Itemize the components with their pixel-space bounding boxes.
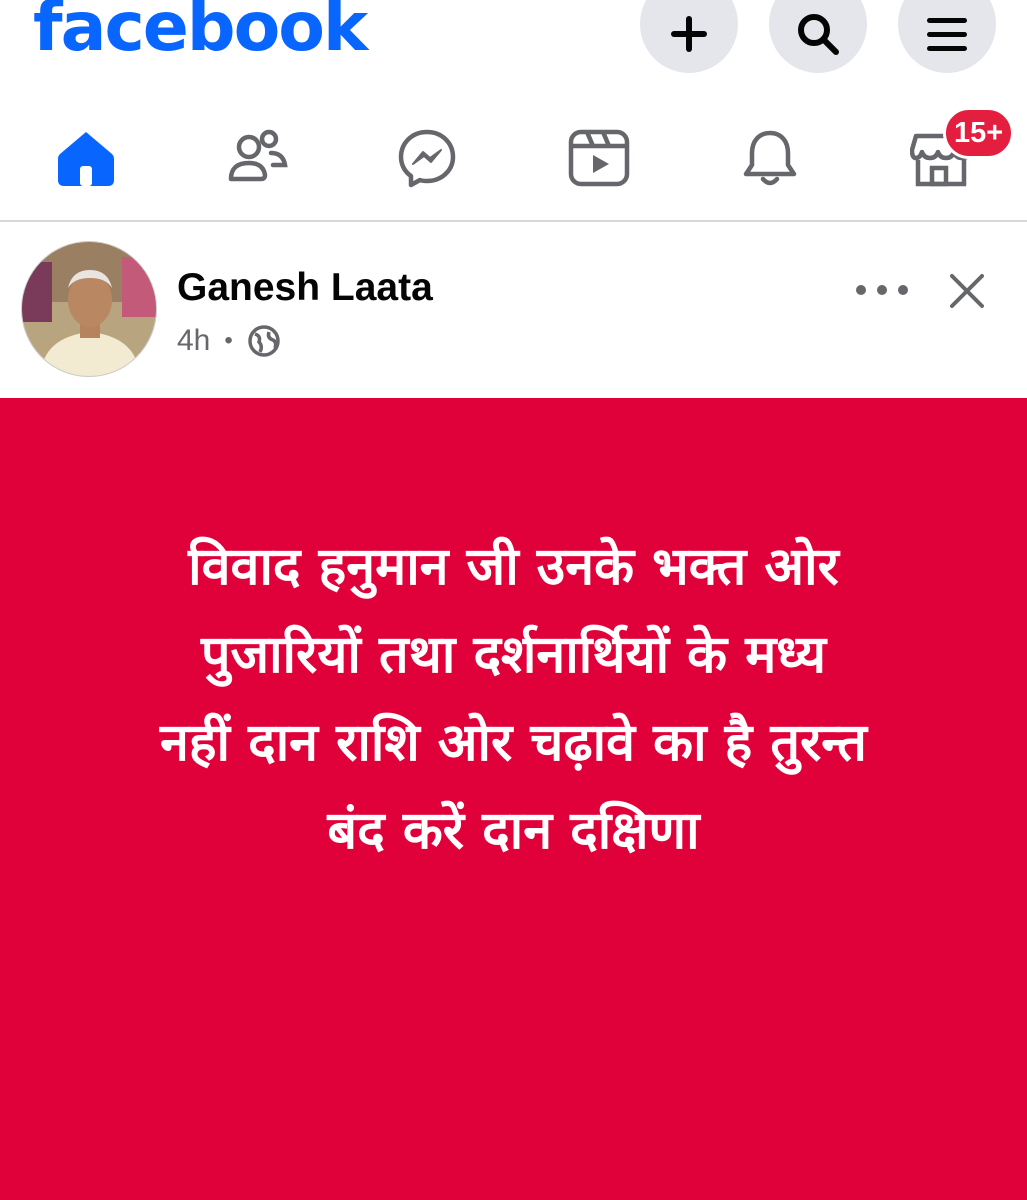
post-text-line: बंद करें दान दक्षिणा bbox=[327, 801, 700, 861]
globe-icon bbox=[248, 325, 280, 357]
meta-separator: • bbox=[224, 327, 233, 354]
search-button[interactable] bbox=[769, 0, 867, 73]
tab-notifications[interactable] bbox=[715, 95, 825, 220]
top-bar: facebook bbox=[0, 0, 1027, 95]
plus-icon bbox=[671, 16, 707, 52]
close-icon bbox=[950, 274, 984, 308]
tab-messenger[interactable] bbox=[372, 95, 482, 220]
tab-video[interactable] bbox=[544, 95, 654, 220]
avatar[interactable] bbox=[21, 241, 157, 377]
post-text-line: विवाद हनुमान जी उनके भक्त ओर bbox=[188, 537, 839, 597]
hide-post-button[interactable] bbox=[945, 269, 989, 313]
post-meta: 4h • bbox=[177, 324, 281, 358]
notifications-icon bbox=[743, 130, 797, 185]
friends-icon bbox=[228, 129, 288, 181]
video-icon bbox=[568, 129, 630, 186]
tab-friends[interactable] bbox=[203, 95, 313, 220]
menu-icon bbox=[927, 18, 967, 51]
more-options-button[interactable] bbox=[852, 272, 912, 308]
post-text: विवाद हनुमान जी उनके भक्त ओर पुजारियों त… bbox=[14, 523, 1014, 875]
more-icon bbox=[856, 285, 908, 295]
post-text-line: नहीं दान राशि ओर चढ़ावे का है तुरन्त bbox=[160, 713, 867, 773]
messenger-icon bbox=[398, 129, 456, 187]
post-content[interactable]: विवाद हनुमान जी उनके भक्त ओर पुजारियों त… bbox=[0, 398, 1027, 1200]
post-author[interactable]: Ganesh Laata bbox=[177, 266, 433, 310]
post-header: Ganesh Laata 4h • bbox=[0, 224, 1027, 398]
notification-badge: 15+ bbox=[943, 107, 1015, 159]
post-time[interactable]: 4h bbox=[177, 324, 210, 358]
post-text-line: पुजारियों तथा दर्शनार्थियों के मध्य bbox=[200, 625, 827, 685]
main-nav-tabs bbox=[0, 95, 1027, 222]
menu-button[interactable] bbox=[898, 0, 996, 73]
tab-home[interactable] bbox=[31, 95, 141, 220]
search-icon bbox=[798, 14, 839, 55]
facebook-logo[interactable]: facebook bbox=[33, 0, 368, 68]
home-icon bbox=[58, 131, 114, 186]
create-button[interactable] bbox=[640, 0, 738, 73]
avatar-photo bbox=[22, 242, 156, 376]
